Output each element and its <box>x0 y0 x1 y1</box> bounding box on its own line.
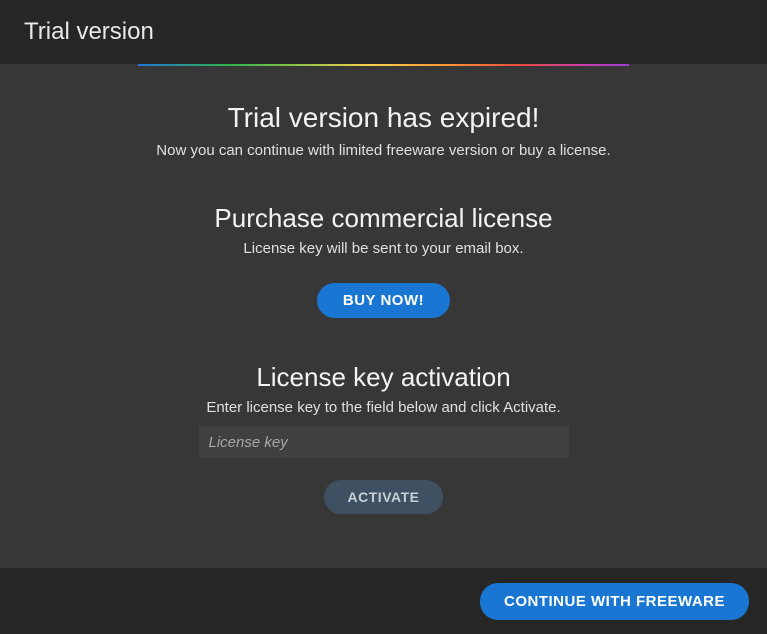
activate-button[interactable]: ACTIVATE <box>324 480 444 514</box>
rainbow-divider <box>138 64 629 66</box>
footer-bar: CONTINUE WITH FREEWARE <box>0 568 767 634</box>
license-key-input[interactable] <box>199 426 569 458</box>
window-title: Trial version <box>24 18 154 46</box>
expired-heading: Trial version has expired! <box>138 102 629 134</box>
expired-subtext: Now you can continue with limited freewa… <box>138 142 629 159</box>
activation-heading: License key activation <box>138 362 629 393</box>
purchase-subtext: License key will be sent to your email b… <box>138 240 629 257</box>
continue-freeware-button[interactable]: CONTINUE WITH FREEWARE <box>480 583 749 620</box>
purchase-heading: Purchase commercial license <box>138 203 629 234</box>
activation-subtext: Enter license key to the field below and… <box>138 399 629 416</box>
main-content: Trial version has expired! Now you can c… <box>0 102 767 514</box>
titlebar: Trial version <box>0 0 767 64</box>
buy-now-button[interactable]: BUY NOW! <box>317 283 450 318</box>
